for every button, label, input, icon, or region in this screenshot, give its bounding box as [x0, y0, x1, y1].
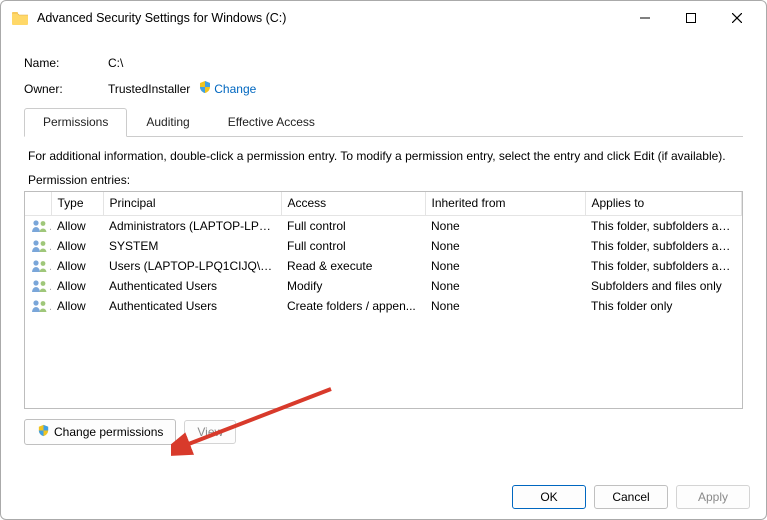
- dialog-footer: OK Cancel Apply: [512, 485, 750, 509]
- table-row[interactable]: AllowAuthenticated UsersCreate folders /…: [25, 296, 742, 316]
- col-header-type[interactable]: Type: [51, 192, 103, 216]
- cell-applies: This folder, subfolders and files: [585, 236, 742, 256]
- cell-inherited: None: [425, 236, 585, 256]
- tab-auditing[interactable]: Auditing: [127, 108, 208, 137]
- titlebar: Advanced Security Settings for Windows (…: [1, 1, 766, 35]
- cell-principal: Authenticated Users: [103, 276, 281, 296]
- owner-value: TrustedInstaller: [108, 82, 190, 96]
- cell-access: Full control: [281, 216, 425, 237]
- dialog-content: Name: C:\ Owner: TrustedInstaller Change…: [1, 35, 766, 462]
- minimize-button[interactable]: [622, 4, 668, 32]
- name-label: Name:: [24, 56, 108, 70]
- cell-applies: This folder only: [585, 296, 742, 316]
- cell-access: Modify: [281, 276, 425, 296]
- users-icon: [25, 296, 51, 316]
- tab-strip: Permissions Auditing Effective Access: [24, 107, 743, 137]
- col-header-principal[interactable]: Principal: [103, 192, 281, 216]
- grid-header-row: Type Principal Access Inherited from App…: [25, 192, 742, 216]
- entries-label: Permission entries:: [28, 173, 739, 187]
- cell-inherited: None: [425, 216, 585, 237]
- window-controls: [622, 4, 760, 32]
- users-icon: [25, 236, 51, 256]
- shield-icon: [198, 80, 212, 97]
- cell-inherited: None: [425, 296, 585, 316]
- users-icon: [25, 216, 51, 237]
- change-owner-link[interactable]: Change: [214, 82, 256, 96]
- instructions-text: For additional information, double-click…: [28, 149, 739, 163]
- tab-permissions[interactable]: Permissions: [24, 108, 127, 137]
- cell-principal: Users (LAPTOP-LPQ1CIJQ\Use...: [103, 256, 281, 276]
- cell-type: Allow: [51, 216, 103, 237]
- cell-inherited: None: [425, 276, 585, 296]
- table-row[interactable]: AllowAdministrators (LAPTOP-LPQ...Full c…: [25, 216, 742, 237]
- cell-type: Allow: [51, 256, 103, 276]
- window-title: Advanced Security Settings for Windows (…: [37, 11, 622, 25]
- col-header-inherited[interactable]: Inherited from: [425, 192, 585, 216]
- users-icon: [25, 256, 51, 276]
- change-permissions-button[interactable]: Change permissions: [24, 419, 176, 445]
- table-row[interactable]: AllowUsers (LAPTOP-LPQ1CIJQ\Use...Read &…: [25, 256, 742, 276]
- change-permissions-label: Change permissions: [54, 425, 163, 439]
- table-row[interactable]: AllowSYSTEMFull controlNoneThis folder, …: [25, 236, 742, 256]
- users-icon: [25, 276, 51, 296]
- cell-principal: Authenticated Users: [103, 296, 281, 316]
- cell-applies: Subfolders and files only: [585, 276, 742, 296]
- col-header-access[interactable]: Access: [281, 192, 425, 216]
- cell-access: Read & execute: [281, 256, 425, 276]
- cancel-button[interactable]: Cancel: [594, 485, 668, 509]
- col-header-applies[interactable]: Applies to: [585, 192, 742, 216]
- shield-icon: [37, 424, 50, 440]
- ok-button[interactable]: OK: [512, 485, 586, 509]
- permission-entries-grid[interactable]: Type Principal Access Inherited from App…: [24, 191, 743, 409]
- cell-applies: This folder, subfolders and files: [585, 256, 742, 276]
- cell-type: Allow: [51, 236, 103, 256]
- folder-icon: [11, 9, 29, 27]
- tab-effective-access[interactable]: Effective Access: [209, 108, 334, 137]
- close-button[interactable]: [714, 4, 760, 32]
- apply-button[interactable]: Apply: [676, 485, 750, 509]
- name-value: C:\: [108, 56, 743, 70]
- owner-label: Owner:: [24, 82, 108, 96]
- maximize-button[interactable]: [668, 4, 714, 32]
- cell-access: Create folders / appen...: [281, 296, 425, 316]
- cell-type: Allow: [51, 276, 103, 296]
- cell-inherited: None: [425, 256, 585, 276]
- col-header-icon[interactable]: [25, 192, 51, 216]
- cell-applies: This folder, subfolders and files: [585, 216, 742, 237]
- table-row[interactable]: AllowAuthenticated UsersModifyNoneSubfol…: [25, 276, 742, 296]
- cell-principal: SYSTEM: [103, 236, 281, 256]
- cell-access: Full control: [281, 236, 425, 256]
- cell-type: Allow: [51, 296, 103, 316]
- view-button[interactable]: View: [184, 420, 236, 444]
- cell-principal: Administrators (LAPTOP-LPQ...: [103, 216, 281, 237]
